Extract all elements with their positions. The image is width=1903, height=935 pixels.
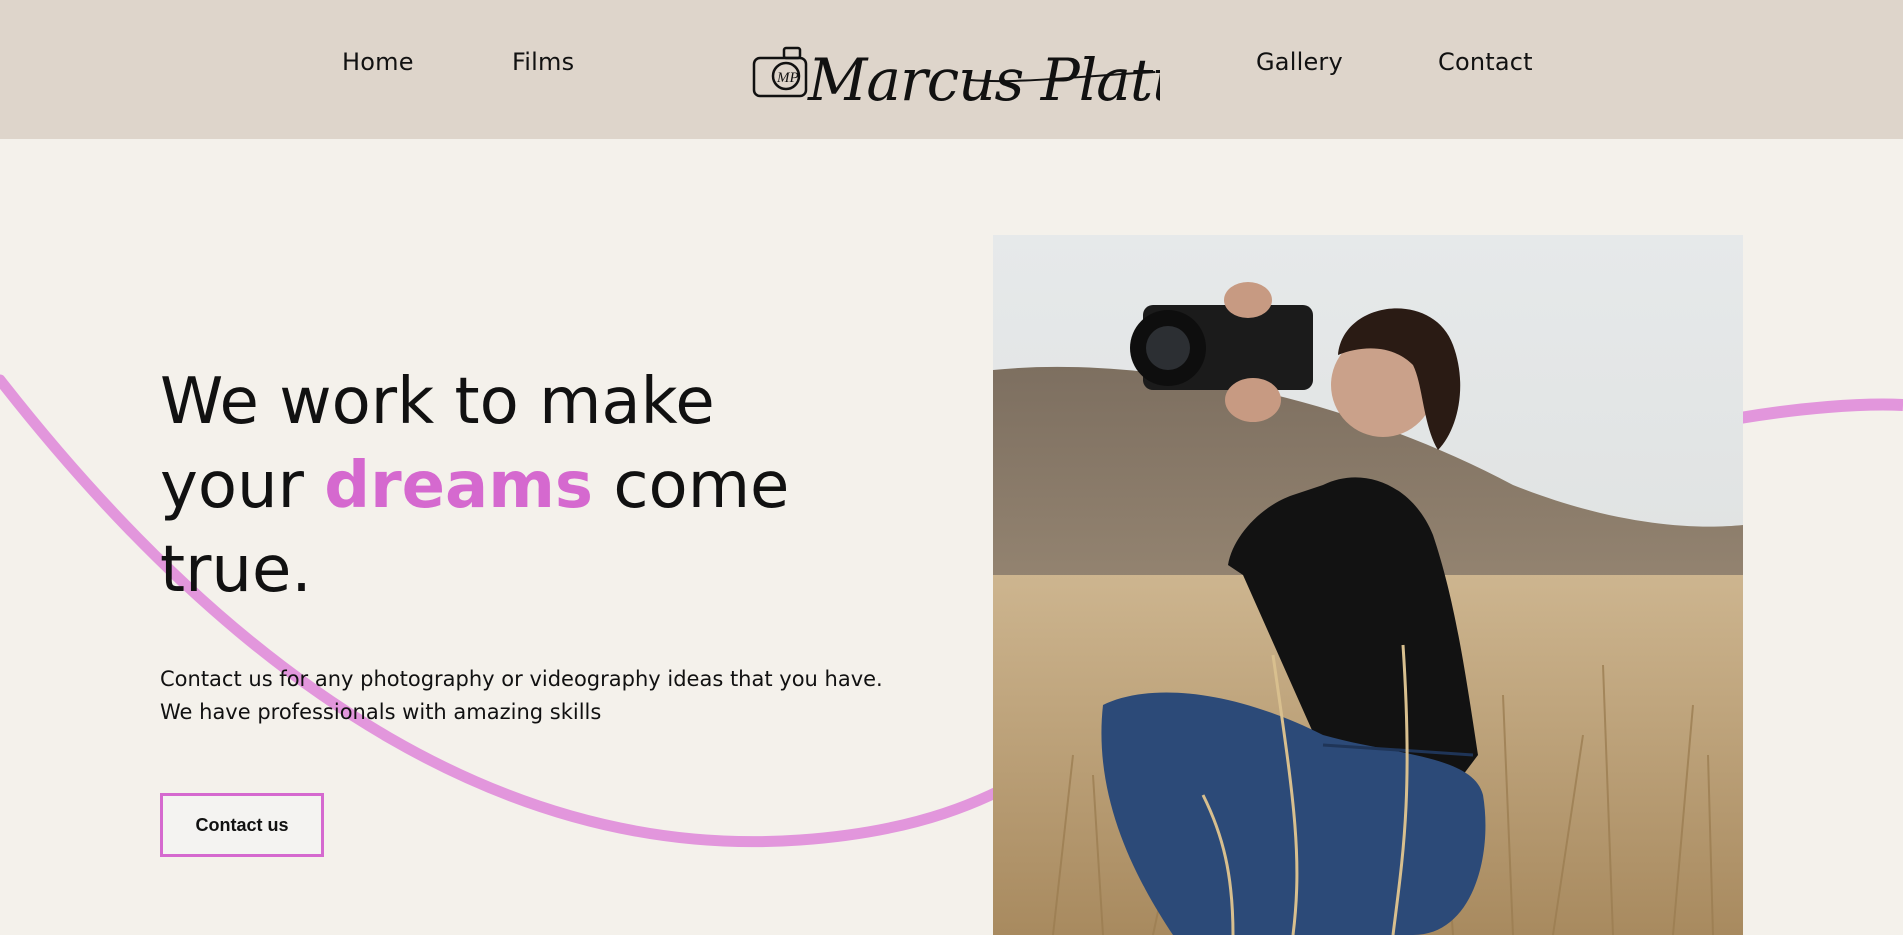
hero-photo [993, 235, 1743, 935]
hero-subtitle-line2: We have professionals with amazing skill… [160, 700, 602, 724]
nav-films[interactable]: Films [512, 48, 574, 76]
site-header: Home Films MP Marcus Platt Gallery Conta… [0, 0, 1903, 139]
site-logo[interactable]: MP Marcus Platt [750, 22, 1177, 127]
svg-text:MP: MP [776, 70, 799, 86]
hero-subtitle: Contact us for any photography or videog… [160, 663, 920, 729]
camera-icon: MP [752, 46, 808, 98]
hero-subtitle-line1: Contact us for any photography or videog… [160, 667, 883, 691]
nav-home[interactable]: Home [342, 48, 414, 76]
nav-gallery[interactable]: Gallery [1256, 48, 1343, 76]
hero-title-accent: dreams [324, 449, 593, 523]
contact-us-button[interactable]: Contact us [160, 793, 324, 857]
hero-title: We work to make your dreams come true. [160, 360, 860, 612]
nav-contact[interactable]: Contact [1438, 48, 1533, 76]
